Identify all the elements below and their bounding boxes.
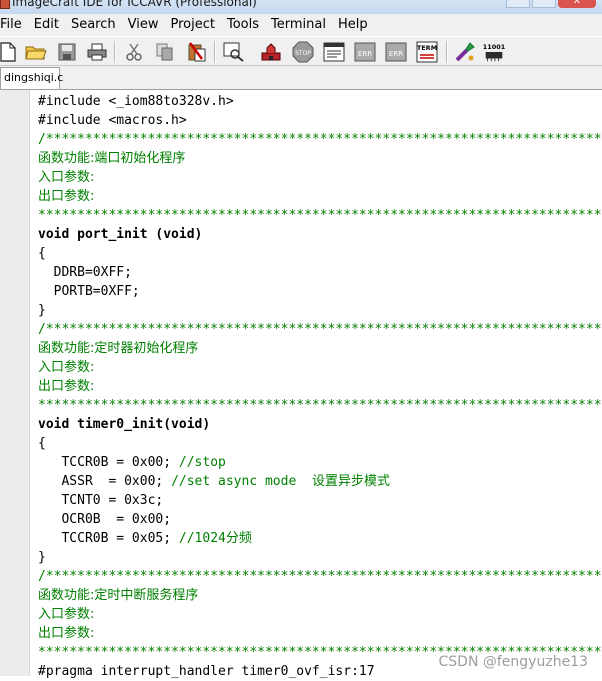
file-tab-bar: dingshiqi.c bbox=[0, 66, 602, 90]
toolbar-separator bbox=[114, 41, 116, 63]
code-line: 出口参数: bbox=[38, 626, 95, 641]
code-line: } bbox=[38, 303, 46, 318]
term-icon[interactable]: TERM bbox=[415, 40, 439, 64]
stop-icon[interactable]: STOP bbox=[291, 40, 315, 64]
code-line: TCCR0B = 0x05; //1024分频 bbox=[38, 531, 252, 546]
line-gutter bbox=[0, 90, 30, 676]
open-folder-icon[interactable] bbox=[24, 40, 48, 64]
code-line: 入口参数: bbox=[38, 170, 95, 185]
menu-view[interactable]: View bbox=[122, 14, 165, 36]
code-line: #include <macros.h> bbox=[38, 113, 187, 128]
programmer-icon[interactable] bbox=[453, 40, 477, 64]
code-line: /***************************************… bbox=[38, 322, 602, 337]
minimize-button[interactable] bbox=[506, 0, 530, 8]
window-title: ImageCraft IDE for ICCAVR (Professional) bbox=[12, 0, 257, 9]
code-line: { bbox=[38, 436, 46, 451]
close-button[interactable]: x bbox=[558, 0, 596, 8]
copy-icon[interactable] bbox=[153, 40, 177, 64]
code-line: ****************************************… bbox=[38, 398, 602, 413]
code-line: ****************************************… bbox=[38, 208, 602, 223]
code-line: TCCR0B = 0x00; //stop bbox=[38, 455, 226, 470]
chip-icon[interactable]: 11001 bbox=[482, 40, 506, 64]
new-file-icon[interactable] bbox=[0, 40, 20, 64]
menu-bar: File Edit Search View Project Tools Term… bbox=[0, 14, 602, 36]
err-list-icon[interactable] bbox=[322, 40, 346, 64]
err-next-label: ERR bbox=[358, 50, 372, 58]
stop-icon-label: STOP bbox=[295, 50, 311, 57]
code-line: ASSR = 0x00; //set async mode 设置异步模式 bbox=[38, 474, 390, 489]
tab-dingshiqi-c[interactable]: dingshiqi.c bbox=[0, 67, 63, 89]
err-prev-icon[interactable]: ERR bbox=[384, 40, 408, 64]
term-icon-label: TERM bbox=[417, 44, 437, 52]
print-icon[interactable] bbox=[85, 40, 109, 64]
code-line: 出口参数: bbox=[38, 379, 95, 394]
code-line: /***************************************… bbox=[38, 569, 602, 584]
code-line: 入口参数: bbox=[38, 360, 95, 375]
code-line: void port_init (void) bbox=[38, 227, 203, 242]
code-line: DDRB=0XFF; bbox=[38, 265, 132, 280]
menu-file[interactable]: File bbox=[0, 14, 28, 36]
find-icon[interactable] bbox=[222, 40, 246, 64]
code-editor[interactable]: #include <_iom88to328v.h> #include <macr… bbox=[0, 90, 602, 679]
watermark: CSDN @fengyuzhe13 bbox=[438, 654, 588, 670]
menu-help[interactable]: Help bbox=[332, 14, 374, 36]
menu-edit[interactable]: Edit bbox=[28, 14, 65, 36]
title-bar: ImageCraft IDE for ICCAVR (Professional)… bbox=[0, 0, 602, 14]
code-line: void timer0_init(void) bbox=[38, 417, 211, 432]
menu-search[interactable]: Search bbox=[65, 14, 122, 36]
cut-icon[interactable] bbox=[122, 40, 146, 64]
code-line: 函数功能:端口初始化程序 bbox=[38, 151, 186, 166]
code-line: 入口参数: bbox=[38, 607, 95, 622]
menu-terminal[interactable]: Terminal bbox=[265, 14, 332, 36]
code-line: 出口参数: bbox=[38, 189, 95, 204]
code-line: { bbox=[38, 246, 46, 261]
code-line: 函数功能:定时中断服务程序 bbox=[38, 588, 199, 603]
code-line: /***************************************… bbox=[38, 132, 602, 147]
menu-project[interactable]: Project bbox=[164, 14, 220, 36]
code-line: PORTB=0XFF; bbox=[38, 284, 140, 299]
err-prev-label: ERR bbox=[389, 50, 403, 58]
code-line: TCNT0 = 0x3c; bbox=[38, 493, 164, 508]
maximize-button[interactable] bbox=[532, 0, 556, 8]
code-line: #include <_iom88to328v.h> bbox=[38, 94, 234, 109]
toolbar-separator bbox=[446, 41, 448, 63]
code-line: } bbox=[38, 550, 46, 565]
compile-icon[interactable] bbox=[259, 40, 283, 64]
chip-icon-label: 11001 bbox=[483, 43, 506, 51]
save-icon[interactable] bbox=[55, 40, 79, 64]
toolbar-separator bbox=[214, 41, 216, 63]
app-icon bbox=[0, 0, 10, 9]
code-line: 函数功能:定时器初始化程序 bbox=[38, 341, 199, 356]
code-line: OCR0B = 0x00; bbox=[38, 512, 172, 527]
toolbar: STOP ERR ERR TERM 11001 bbox=[0, 36, 602, 66]
code-area[interactable]: #include <_iom88to328v.h> #include <macr… bbox=[38, 92, 602, 681]
menu-tools[interactable]: Tools bbox=[221, 14, 265, 36]
err-next-icon[interactable]: ERR bbox=[353, 40, 377, 64]
paste-icon[interactable] bbox=[185, 40, 209, 64]
